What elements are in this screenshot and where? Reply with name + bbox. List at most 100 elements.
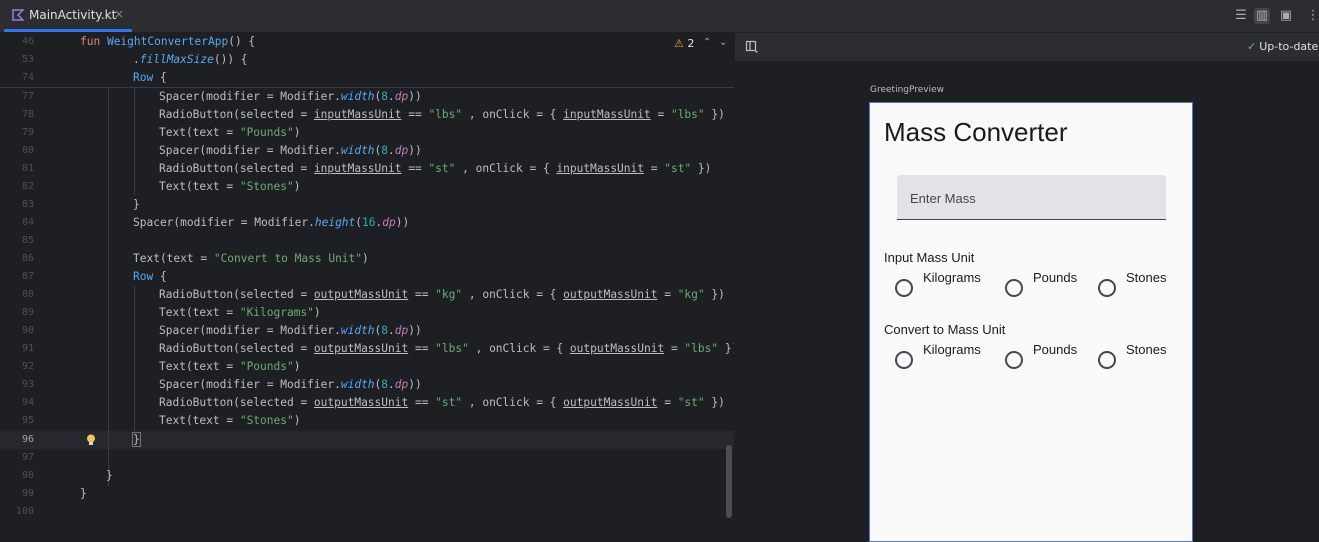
code-line: } xyxy=(133,198,140,211)
line-number: 46 xyxy=(21,36,34,47)
line-number: 94 xyxy=(21,397,34,408)
chevron-up-icon[interactable]: ⌃ xyxy=(703,37,711,48)
split-view-icon[interactable]: ▥ xyxy=(1254,8,1270,24)
line-number: 89 xyxy=(21,307,34,318)
line-number: 99 xyxy=(21,488,34,499)
tab-label: MainActivity.kt xyxy=(29,8,117,22)
line-number: 90 xyxy=(21,325,34,336)
output-option-label: Kilograms xyxy=(923,342,981,357)
matched-brace: } xyxy=(132,432,141,447)
code-line-current: } xyxy=(132,431,141,449)
line-number: 83 xyxy=(21,199,34,210)
input-option-label: Stones xyxy=(1126,270,1167,285)
layout-icon[interactable] xyxy=(745,40,759,54)
preview-status: ✓ Up-to-date xyxy=(1247,40,1318,53)
code-line: Text(text = "Pounds") xyxy=(159,360,301,373)
editor-scrollbar[interactable] xyxy=(726,445,732,518)
code-line: Spacer(modifier = Modifier.width(8.dp)) xyxy=(159,144,422,157)
code-line: Text(text = "Kilograms") xyxy=(159,306,321,319)
code-line: Text(text = "Stones") xyxy=(159,180,301,193)
line-number: 79 xyxy=(21,127,34,138)
line-number: 88 xyxy=(21,289,34,300)
design-view-icon[interactable]: ▣ xyxy=(1278,8,1294,24)
code-editor[interactable]: 46 53 74 77 78 79 80 81 82 83 84 85 86 8… xyxy=(0,33,734,518)
code-line: fun WeightConverterApp() { xyxy=(80,35,256,48)
mass-input-placeholder: Enter Mass xyxy=(910,191,976,206)
code-line: Spacer(modifier = Modifier.width(8.dp)) xyxy=(159,378,422,391)
lightbulb-icon[interactable] xyxy=(84,433,98,447)
line-number: 93 xyxy=(21,379,34,390)
line-number: 97 xyxy=(21,452,34,463)
preview-toolbar: ✓ Up-to-date xyxy=(735,33,1319,61)
line-number: 74 xyxy=(21,72,34,83)
output-option-label: Pounds xyxy=(1033,342,1078,357)
page-title: Mass Converter xyxy=(884,117,1068,147)
code-view-icon[interactable]: ☰ xyxy=(1233,8,1249,24)
input-unit-label: Input Mass Unit xyxy=(884,250,975,265)
tab-main-activity[interactable]: MainActivity.kt × xyxy=(0,0,132,32)
line-number: 77 xyxy=(21,91,34,102)
check-icon: ✓ xyxy=(1247,40,1257,53)
line-number: 86 xyxy=(21,253,34,264)
line-number-current: 96 xyxy=(21,434,34,445)
code-line: } xyxy=(106,469,113,482)
line-number: 85 xyxy=(21,235,34,246)
code-line: RadioButton(selected = inputMassUnit == … xyxy=(159,108,725,121)
indent-guide xyxy=(108,87,109,486)
preview-name: GreetingPreview xyxy=(870,85,945,95)
mass-input-field[interactable]: Enter Mass xyxy=(897,175,1166,220)
line-number: 87 xyxy=(21,271,34,282)
line-number: 100 xyxy=(15,506,34,517)
code-line: RadioButton(selected = outputMassUnit ==… xyxy=(159,288,725,301)
output-radio-pounds[interactable] xyxy=(1005,351,1023,369)
warning-icon: ⚠ xyxy=(674,37,684,50)
line-number: 81 xyxy=(21,163,34,174)
line-number: 84 xyxy=(21,217,34,228)
indent-guide xyxy=(134,286,135,431)
input-radio-stones[interactable] xyxy=(1098,279,1116,297)
kotlin-file-icon xyxy=(12,9,24,21)
line-number-gutter[interactable]: 46 53 74 77 78 79 80 81 82 83 84 85 86 8… xyxy=(0,33,76,518)
code-line: Text(text = "Convert to Mass Unit") xyxy=(133,252,369,265)
current-line-highlight xyxy=(0,431,734,449)
chevron-down-icon[interactable]: ⌄ xyxy=(719,37,727,48)
line-number: 98 xyxy=(21,470,34,481)
code-line: Row { xyxy=(133,71,167,84)
device-preview[interactable]: Mass Converter Enter Mass Input Mass Uni… xyxy=(869,102,1193,542)
output-radio-stones[interactable] xyxy=(1098,351,1116,369)
code-line: RadioButton(selected = outputMassUnit ==… xyxy=(159,342,734,355)
indent-guide xyxy=(134,87,135,195)
editor-tab-bar: MainActivity.kt × ☰ ▥ ▣ ⋮ xyxy=(0,0,1319,33)
close-icon[interactable]: × xyxy=(114,7,124,21)
code-line: .fillMaxSize()) { xyxy=(133,53,248,66)
input-option-label: Kilograms xyxy=(923,270,981,285)
output-unit-label: Convert to Mass Unit xyxy=(884,322,1006,337)
input-option-label: Pounds xyxy=(1033,270,1078,285)
compose-preview-pane: ✓ Up-to-date GreetingPreview Mass Convert… xyxy=(735,33,1319,542)
status-text: Up-to-date xyxy=(1259,40,1319,53)
line-number: 95 xyxy=(21,415,34,426)
code-line: Spacer(modifier = Modifier.width(8.dp)) xyxy=(159,324,422,337)
code-line: RadioButton(selected = outputMassUnit ==… xyxy=(159,396,725,409)
more-options-icon[interactable]: ⋮ xyxy=(1305,8,1319,24)
warning-count: 2 xyxy=(687,37,695,50)
line-number: 78 xyxy=(21,109,34,120)
code-line: Row { xyxy=(133,270,167,283)
line-number: 92 xyxy=(21,361,34,372)
output-radio-kilograms[interactable] xyxy=(895,351,913,369)
code-line: } xyxy=(80,487,87,500)
line-number: 53 xyxy=(21,54,34,65)
preview-canvas[interactable]: GreetingPreview Mass Converter Enter Mas… xyxy=(735,61,1319,542)
code-line: Spacer(modifier = Modifier.width(8.dp)) xyxy=(159,90,422,103)
code-line: Spacer(modifier = Modifier.height(16.dp)… xyxy=(133,216,410,229)
inspection-warnings[interactable]: ⚠ 2 xyxy=(674,37,694,50)
code-line: RadioButton(selected = inputMassUnit == … xyxy=(159,162,712,175)
output-option-label: Stones xyxy=(1126,342,1167,357)
code-line: Text(text = "Pounds") xyxy=(159,126,301,139)
line-number: 80 xyxy=(21,145,34,156)
active-tab-indicator xyxy=(4,29,132,32)
code-line: Text(text = "Stones") xyxy=(159,414,301,427)
input-radio-kilograms[interactable] xyxy=(895,279,913,297)
input-radio-pounds[interactable] xyxy=(1005,279,1023,297)
line-number: 91 xyxy=(21,343,34,354)
